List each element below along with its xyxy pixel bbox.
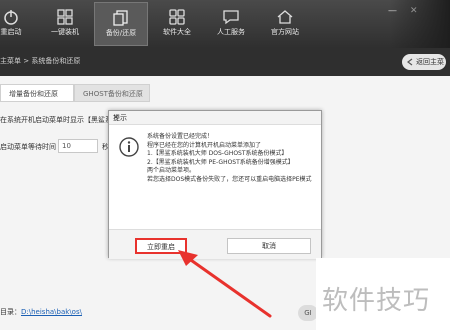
toolbar-label: 人工服务 xyxy=(217,28,245,36)
dialog-message-line: 程序已经在您的计算机开机启动菜单添加了 xyxy=(147,141,262,149)
directory-label: 目录： xyxy=(0,308,21,316)
dialog-message: 系统备份设置已经完成！ 程序已经在您的计算机开机启动菜单添加了 1.【黑鲨系统装… xyxy=(147,133,319,184)
copy-icon xyxy=(113,10,128,26)
home-icon xyxy=(277,10,293,24)
dialog-close-icon[interactable]: × xyxy=(113,113,317,121)
apps-icon xyxy=(169,9,185,25)
dialog-message-line: 若您选择DOS模式备份失败了，您还可以重启电脑选择PE模式 xyxy=(147,175,312,183)
toolbar-service-button[interactable]: 人工服务 xyxy=(204,2,258,46)
toolbar-backup-button[interactable]: 备份/还原 xyxy=(94,2,148,46)
boot-menu-option-text: 在系统开机启动菜单时显示【黑鲨系统 xyxy=(0,116,119,124)
chat-icon xyxy=(223,10,239,25)
back-arrow-icon xyxy=(407,58,413,66)
back-to-main-button[interactable]: 返回主菜 xyxy=(402,54,446,70)
tab-incremental-backup[interactable]: 增量备份和还原 xyxy=(0,84,74,102)
toolbar-label: 一键装机 xyxy=(51,28,79,36)
directory-path-link[interactable]: D:\heisha\bak\os\ xyxy=(21,308,82,316)
sub-navigation-bar: 主菜单 > 系统备份和还原 返回主菜 xyxy=(0,48,450,76)
tab-ghost-backup[interactable]: GHOST备份和还原 xyxy=(74,84,150,102)
dialog-message-line: 2.【黑鲨系统装机大师 PE-GHOST系统备份增强模式】 xyxy=(147,158,294,166)
prompt-dialog: 提示 × 系统备份设置已经完成！ 程序已经在您的计算机开机启动菜单添加了 1.【… xyxy=(108,110,322,259)
dialog-footer: 立即重启 取消 xyxy=(109,229,321,259)
dialog-message-line: 1.【黑鲨系统装机大师 DOS-GHOST系统备份模式】 xyxy=(147,150,288,157)
watermark-text: 软件技巧 xyxy=(322,286,431,316)
dialog-title-bar: 提示 × xyxy=(109,111,321,125)
cancel-button[interactable]: 取消 xyxy=(227,238,311,254)
toolbar-install-button[interactable]: 一键装机 xyxy=(38,2,92,46)
toolbar-website-button[interactable]: 官方网站 xyxy=(258,2,312,46)
windows-icon xyxy=(57,9,73,25)
toolbar-label: 官方网站 xyxy=(271,28,299,36)
toolbar-label: 软件大全 xyxy=(163,28,191,36)
toolbar-restart-button[interactable]: 重启动 xyxy=(0,2,38,46)
power-icon xyxy=(4,10,18,25)
toolbar-corner-shade xyxy=(390,0,450,48)
toolbar-software-button[interactable]: 软件大全 xyxy=(150,2,204,46)
top-toolbar: 重启动 一键装机 备份/还原 软件大全 人工服务 官方网站 xyxy=(0,0,450,48)
ghost-action-button[interactable]: GI xyxy=(298,305,318,321)
dialog-message-line: 两个启动菜单项。 xyxy=(147,167,196,174)
boot-wait-input[interactable]: 10 xyxy=(58,139,98,153)
back-to-main-label: 返回主菜 xyxy=(416,58,444,66)
restart-now-button[interactable]: 立即重启 xyxy=(135,238,187,254)
watermark: 软件技巧 xyxy=(316,258,450,330)
dialog-message-line: 系统备份设置已经完成！ xyxy=(147,133,214,140)
toolbar-label: 备份/还原 xyxy=(105,29,137,37)
backup-directory-row: 目录：D:\heisha\bak\os\ xyxy=(0,307,82,317)
toolbar-label: 重启动 xyxy=(0,28,22,36)
boot-wait-label: 启动菜单等待时间 xyxy=(0,143,56,151)
breadcrumb: 主菜单 > 系统备份和还原 xyxy=(0,57,81,65)
info-icon xyxy=(119,137,139,157)
